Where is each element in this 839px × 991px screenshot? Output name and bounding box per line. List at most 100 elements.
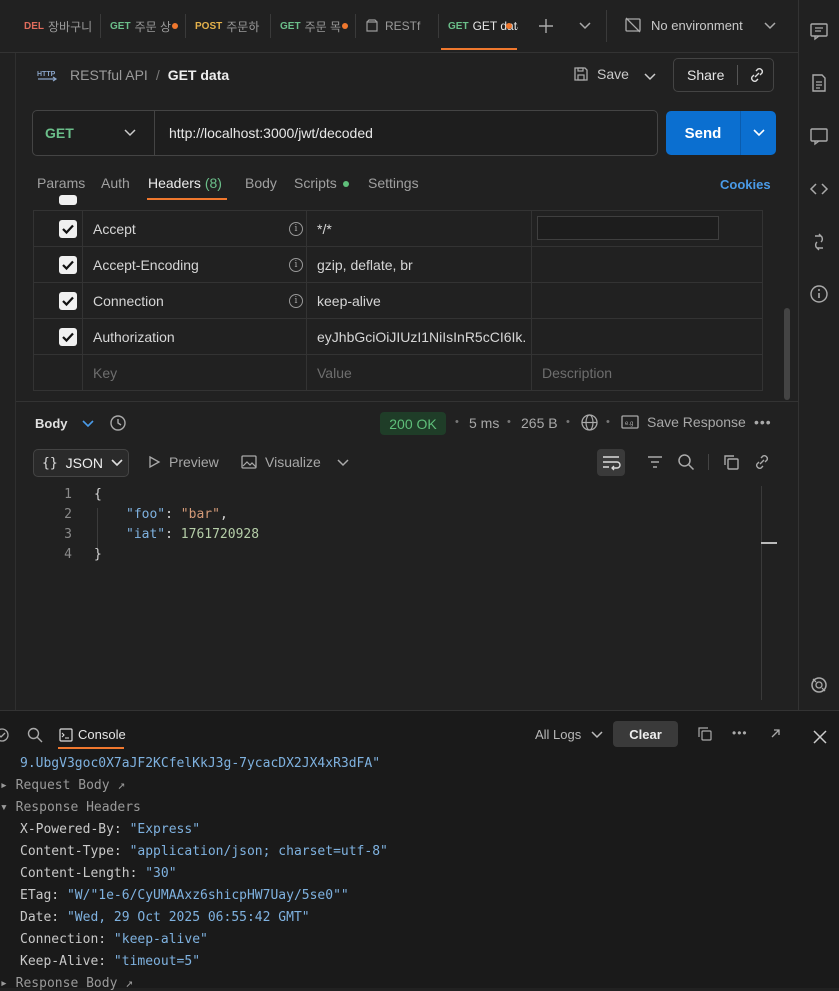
open-arrow-icon: ↗ (125, 976, 134, 991)
breadcrumb: RESTful API / GET data (70, 67, 229, 83)
right-sidebar (798, 0, 839, 710)
code-icon[interactable] (809, 179, 829, 199)
copy-link-icon[interactable] (748, 66, 766, 84)
header-value[interactable]: gzip, deflate, br (317, 247, 413, 283)
header-enabled-checkbox[interactable] (59, 328, 77, 346)
visualize-tab[interactable]: Visualize (241, 454, 321, 470)
response-headers-label: Response Headers (15, 800, 141, 815)
save-options-chevron-icon[interactable] (643, 71, 657, 83)
tab-auth[interactable]: Auth (101, 175, 130, 191)
console-more-icon[interactable]: ••• (732, 726, 748, 740)
description-input[interactable] (537, 216, 719, 240)
url-input[interactable]: http://localhost:3000/jwt/decoded (155, 125, 373, 141)
tab-post-order[interactable]: POST 주문하 (187, 10, 269, 42)
chat-icon[interactable] (809, 126, 829, 146)
request-body-label: Request Body (15, 778, 110, 793)
log-level-selector[interactable]: All Logs (535, 727, 603, 742)
environment-chevron-icon[interactable] (763, 20, 777, 32)
copy-icon[interactable] (722, 453, 740, 471)
console-tab[interactable]: Console (59, 727, 126, 742)
status-badge[interactable]: 200 OK (380, 412, 446, 435)
info-icon[interactable] (809, 284, 829, 304)
filter-icon[interactable] (646, 454, 664, 470)
send-options-chevron-icon[interactable] (752, 127, 766, 139)
format-selector[interactable]: {} JSON (33, 449, 129, 477)
tab-label: 주문 상 (134, 19, 172, 34)
tabs-dropdown-chevron-icon[interactable] (578, 20, 592, 32)
info-icon[interactable]: i (289, 258, 303, 272)
tab-method: DEL (24, 20, 44, 32)
documentation-icon[interactable] (809, 73, 829, 93)
history-icon[interactable] (109, 414, 127, 432)
header-enabled-checkbox[interactable] (59, 292, 77, 310)
key-placeholder[interactable]: Key (93, 355, 117, 391)
related-requests-icon[interactable] (809, 232, 829, 252)
tab-get-order-list[interactable]: GET 주문 목 (272, 10, 354, 42)
link-icon[interactable] (753, 453, 771, 471)
add-tab-icon[interactable] (537, 17, 555, 35)
tab-headers[interactable]: Headers (8) (148, 175, 222, 191)
console-tab-indicator (58, 747, 124, 749)
wrap-lines-icon[interactable] (597, 449, 625, 476)
console-header-line: Content-Length: "30" (20, 866, 177, 881)
cookies-link[interactable]: Cookies (720, 177, 771, 192)
headers-scrollbar[interactable] (784, 308, 790, 400)
body-chevron-icon (81, 419, 94, 429)
table-row: Authorization eyJhbGciOiJIUzI1NiIsInR5cC… (33, 319, 763, 355)
header-enabled-checkbox[interactable] (59, 220, 77, 238)
tab-params[interactable]: Params (37, 175, 85, 191)
tab-delete-cart[interactable]: DEL 장바구니 (16, 10, 96, 42)
copy-console-icon[interactable] (698, 727, 712, 741)
tab-body[interactable]: Body (245, 175, 277, 191)
network-globe-icon[interactable] (580, 413, 599, 432)
method-selector[interactable]: GET (33, 111, 155, 155)
tab-label: 장바구니 (48, 19, 93, 34)
preview-tab[interactable]: Preview (147, 454, 219, 470)
console-header-line: Date: "Wed, 29 Oct 2025 06:55:42 GMT" (20, 910, 310, 925)
header-key[interactable]: Accept-Encoding (93, 247, 199, 283)
send-button[interactable]: Send (666, 125, 740, 142)
settings-gear-icon[interactable] (809, 675, 829, 695)
header-key[interactable]: Accept (93, 211, 136, 247)
response-size[interactable]: 265 B (521, 415, 558, 431)
response-time[interactable]: 5 ms (469, 415, 499, 431)
request-body-toggle[interactable]: ▸ Request Body ↗ (0, 778, 125, 793)
clear-console-button[interactable]: Clear (613, 721, 678, 747)
tab-scripts[interactable]: Scripts (294, 175, 349, 191)
info-icon[interactable]: i (289, 294, 303, 308)
header-key[interactable]: Authorization (93, 319, 175, 355)
tab-restful-collection[interactable]: RESTf (357, 10, 437, 42)
visualize-chevron-icon[interactable] (337, 458, 349, 468)
header-enabled-checkbox[interactable] (59, 256, 77, 274)
tab-get-data[interactable]: GET GET data (440, 10, 518, 42)
request-name[interactable]: GET data (168, 67, 229, 83)
share-button[interactable]: Share (674, 67, 737, 83)
status-check-icon[interactable] (0, 727, 10, 743)
header-value[interactable]: */* (317, 211, 332, 247)
description-placeholder[interactable]: Description (542, 355, 612, 391)
response-headers-toggle[interactable]: ▾ Response Headers (0, 800, 141, 815)
tab-label: 주문하 (226, 19, 260, 34)
response-body-selector[interactable]: Body (35, 416, 94, 431)
console-header-line: Connection: "keep-alive" (20, 932, 208, 947)
console-panel: Console All Logs Clear ••• 9.UbgV3goc0X7… (0, 710, 839, 991)
console-search-icon[interactable] (27, 727, 43, 743)
header-key[interactable]: Connection (93, 283, 164, 319)
more-options-icon[interactable]: ••• (754, 414, 772, 430)
environment-selector[interactable]: No environment (624, 16, 743, 34)
header-value[interactable]: eyJhbGciOiJIUzI1NiIsInR5cCI6Ik... (317, 319, 527, 355)
save-response-button[interactable]: e.g Save Response (621, 414, 746, 430)
info-icon[interactable]: i (289, 222, 303, 236)
json-response-body[interactable]: { "foo": "bar", "iat": 1761720928 } (94, 485, 259, 565)
breadcrumb-collection[interactable]: RESTful API (70, 67, 148, 83)
tab-get-order-status[interactable]: GET 주문 상 (102, 10, 184, 42)
tab-settings[interactable]: Settings (368, 175, 419, 191)
comments-icon[interactable] (809, 21, 829, 41)
close-console-icon[interactable] (812, 729, 828, 745)
header-value[interactable]: keep-alive (317, 283, 381, 319)
value-placeholder[interactable]: Value (317, 355, 352, 391)
search-icon[interactable] (677, 453, 695, 471)
response-body-toggle[interactable]: ▸ Response Body ↗ (0, 976, 133, 991)
save-button[interactable]: Save (573, 66, 629, 82)
expand-console-icon[interactable] (768, 727, 782, 741)
